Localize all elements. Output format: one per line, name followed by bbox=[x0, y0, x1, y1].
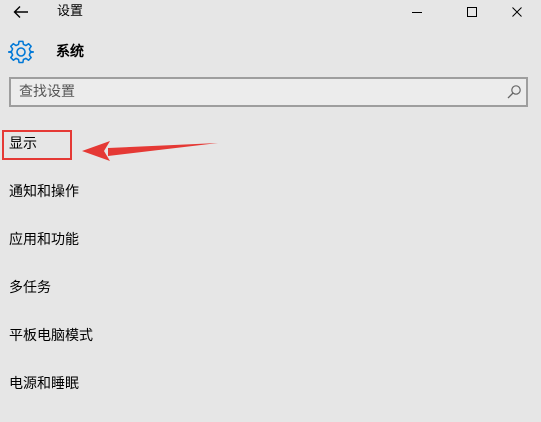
back-arrow-icon bbox=[13, 6, 28, 18]
menu-item-multitasking[interactable]: 多任务 bbox=[9, 278, 51, 298]
maximize-button[interactable] bbox=[457, 0, 487, 24]
maximize-icon bbox=[467, 7, 477, 17]
close-button[interactable] bbox=[502, 0, 532, 24]
menu-item-apps-features[interactable]: 应用和功能 bbox=[9, 230, 79, 250]
minimize-icon bbox=[412, 12, 422, 13]
close-icon bbox=[512, 7, 522, 17]
annotation-arrow-icon bbox=[82, 141, 218, 161]
menu-item-notifications[interactable]: 通知和操作 bbox=[9, 182, 79, 202]
minimize-button[interactable] bbox=[402, 0, 432, 24]
title-bar: 设置 bbox=[0, 0, 541, 26]
menu-item-power-sleep[interactable]: 电源和睡眠 bbox=[9, 374, 79, 394]
gear-icon bbox=[8, 40, 34, 64]
search-icon[interactable] bbox=[506, 84, 522, 100]
search-box[interactable] bbox=[9, 77, 528, 107]
back-button[interactable] bbox=[10, 2, 32, 22]
page-title: 系统 bbox=[56, 44, 84, 60]
annotation-highlight-box bbox=[2, 130, 72, 160]
page-header: 系统 bbox=[8, 38, 84, 66]
search-input[interactable] bbox=[19, 79, 499, 105]
window-title: 设置 bbox=[57, 4, 84, 19]
menu-item-tablet-mode[interactable]: 平板电脑模式 bbox=[9, 326, 93, 346]
